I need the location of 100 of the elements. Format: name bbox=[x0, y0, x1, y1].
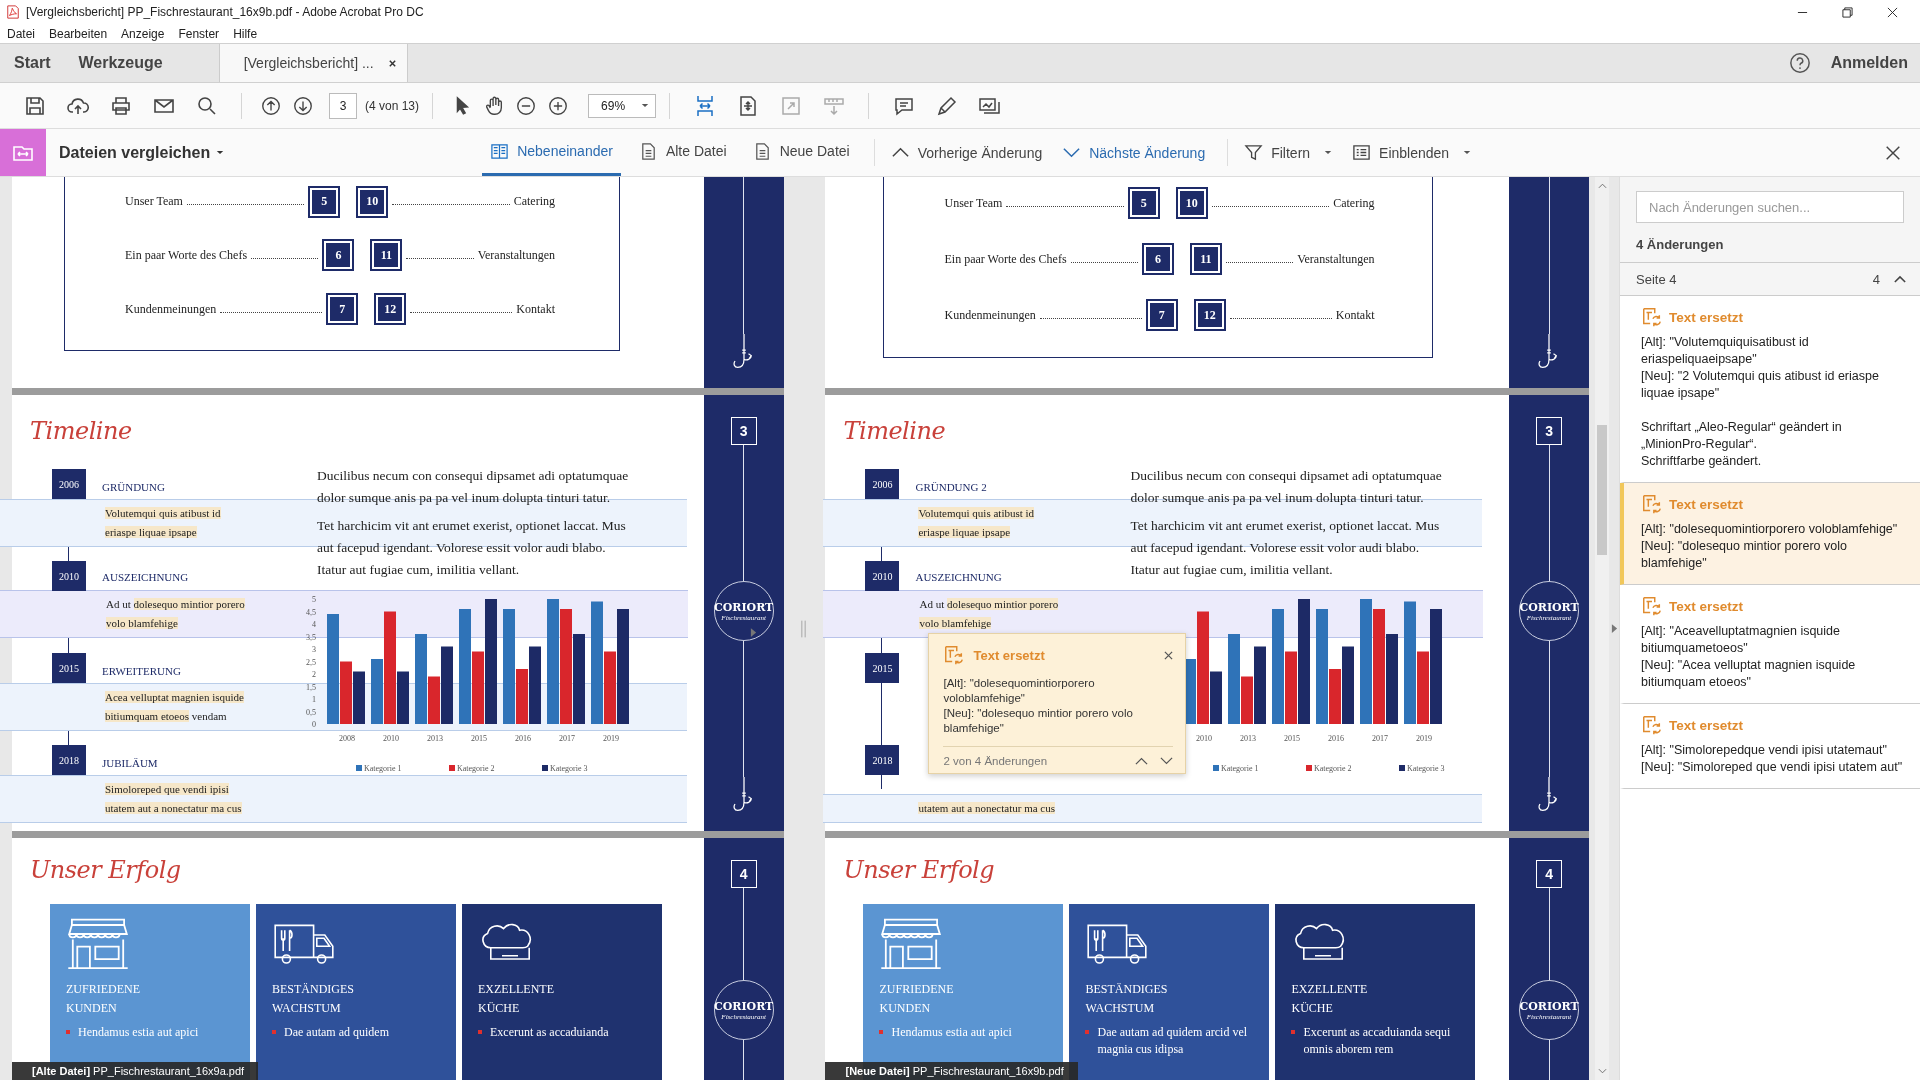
legend-label: Kategorie 2 bbox=[457, 764, 495, 773]
close-popup-icon[interactable] bbox=[1164, 650, 1174, 660]
page-number-box: 5 bbox=[310, 187, 339, 216]
menu-item[interactable]: Fenster bbox=[178, 26, 220, 41]
year-box: 2010 bbox=[865, 561, 900, 591]
year-box: 2015 bbox=[865, 653, 900, 683]
expand-left-icon[interactable] bbox=[749, 627, 757, 638]
change-title: Text ersetzt bbox=[1669, 496, 1744, 512]
page-number-box: 7 bbox=[1147, 301, 1176, 329]
restore-icon[interactable] bbox=[1842, 6, 1853, 18]
axis-category-label: 2019 bbox=[603, 734, 619, 743]
help-icon[interactable] bbox=[1788, 52, 1811, 74]
show-button[interactable]: Einblenden bbox=[1342, 129, 1482, 176]
prev-button[interactable]: Vorherige Änderung bbox=[880, 129, 1053, 176]
bullet-text: Excerunt as accaduianda sequi omnis aborem rem bbox=[1303, 1024, 1452, 1058]
toc-entry: Kundenmeinungen bbox=[944, 307, 1036, 323]
milestone-text: eriaspe liquae ipsape bbox=[918, 526, 1011, 538]
milestone-title: GRÜNDUNG 2 bbox=[915, 481, 988, 493]
milestone-text: utatem aut a nonectatur ma cus bbox=[918, 802, 1055, 814]
milestone-text: vendam bbox=[190, 710, 227, 722]
search-field[interactable]: Nach Änderungen suchen... bbox=[1636, 191, 1904, 223]
caret-icon bbox=[216, 150, 225, 155]
axis-tick-label: 4 bbox=[312, 620, 316, 629]
milestone-text: Simoloreped que vendi ipisi bbox=[105, 783, 229, 795]
compare-files-menu[interactable]: Dateien vergleichen bbox=[46, 129, 225, 176]
caret-icon bbox=[641, 103, 650, 108]
page-number-box: 3 bbox=[730, 417, 757, 445]
nav-tab[interactable]: Werkzeuge bbox=[64, 44, 177, 82]
next-change-icon[interactable] bbox=[1160, 757, 1174, 765]
menu-item[interactable]: Hilfe bbox=[233, 26, 258, 41]
previous-change-icon[interactable] bbox=[1135, 757, 1149, 765]
list-icon bbox=[1352, 143, 1372, 162]
toc-entry: Kontakt bbox=[1335, 307, 1375, 323]
change-title: Text ersetzt bbox=[1669, 309, 1744, 325]
caret-icon bbox=[1324, 150, 1333, 155]
section-title: Unser Erfolg bbox=[29, 855, 182, 886]
legend-label: Kategorie 1 bbox=[364, 764, 402, 773]
file-label: [Neue Datei] PP_Fischrestaurant_16x9b.pdf bbox=[825, 1062, 1078, 1080]
nav-tab[interactable]: Start bbox=[0, 44, 65, 82]
zoom-out-icon[interactable] bbox=[515, 94, 538, 117]
change-title: Text ersetzt bbox=[1669, 717, 1744, 733]
filter-button[interactable]: Filtern bbox=[1227, 139, 1343, 166]
bullet-text: Dae autam ad quidem bbox=[284, 1024, 389, 1041]
page-number-box: 5 bbox=[1129, 189, 1158, 217]
text-replace-icon bbox=[1641, 595, 1663, 617]
close-icon[interactable] bbox=[1887, 6, 1898, 18]
axis-category-label: 2016 bbox=[1328, 734, 1345, 743]
text-replace-icon bbox=[1641, 714, 1663, 736]
milestone-text: dolesequo mintior porero bbox=[946, 598, 1059, 610]
body-paragraph: Tet harchicim vit ant erumet exerist, optionet laccat. Mus aut facepud igendant. Volorese essit volor audi blabo. Itatur aut fugiae cum, imilitia vellant. bbox=[1130, 517, 1441, 579]
chevron-icon bbox=[1894, 275, 1906, 283]
milestone-title: AUSZEICHNUNG bbox=[915, 571, 1003, 583]
document-tab[interactable]: [Vergleichsbericht] ... bbox=[218, 44, 408, 82]
change-detail: [Alt]: "Simolorepedque vendi ipisi utatemaut" bbox=[1641, 742, 1888, 759]
section-title: Timeline bbox=[842, 416, 947, 447]
scrollbar[interactable] bbox=[1595, 177, 1610, 1080]
page-number-field[interactable]: 3 bbox=[329, 92, 357, 119]
zoom-in-icon[interactable] bbox=[547, 94, 570, 117]
axis-category-label: 2016 bbox=[515, 734, 531, 743]
close-tab-icon[interactable] bbox=[387, 58, 397, 68]
change-detail: [Neu]: "dolesequo mintior porero volo blamfehige" bbox=[1641, 538, 1848, 572]
axis-tick-label: 2,5 bbox=[306, 657, 316, 667]
next-button[interactable]: Nächste Änderung bbox=[1052, 129, 1216, 176]
year-box: 2015 bbox=[52, 653, 86, 683]
change-detail: [Neu]: "Simoloreped que vendi ipisi utatem aut" bbox=[1641, 759, 1904, 776]
change-detail: [Alt]: "Volutemquiquisatibust id eriaspeliquaeipsape" bbox=[1641, 334, 1810, 368]
menu-item[interactable]: Anzeige bbox=[121, 26, 165, 41]
arrow-down-icon[interactable] bbox=[292, 94, 314, 117]
text-replace-icon bbox=[1641, 306, 1663, 328]
splitter-handle-icon[interactable] bbox=[801, 619, 807, 638]
page-count: (4 von 13) bbox=[365, 98, 420, 113]
toc-entry: Kontakt bbox=[516, 301, 555, 317]
body-paragraph: Tet harchicim vit ant erumet exerist, optionet laccat. Mus aut facepud igendant. Volorese essit volor audi blabo. Itatur aut fugiae cum, imilitia vellant. bbox=[317, 517, 627, 579]
close-compare-icon[interactable] bbox=[1884, 143, 1902, 162]
view-tab[interactable]: Neue Datei bbox=[744, 129, 858, 176]
legend-label: Kategorie 2 bbox=[1314, 764, 1352, 773]
menu-item[interactable]: Bearbeiten bbox=[49, 26, 108, 41]
axis-category-label: 2010 bbox=[1196, 734, 1213, 743]
menu-item[interactable]: Datei bbox=[7, 26, 35, 41]
view-tab[interactable]: Alte Datei bbox=[630, 129, 735, 176]
arrow-up-icon[interactable] bbox=[260, 94, 282, 117]
page-number-box: 11 bbox=[372, 241, 401, 270]
milestone-text: Ad ut bbox=[919, 598, 946, 610]
page-number-box: 10 bbox=[1177, 189, 1206, 217]
window-title: [Vergleichsbericht] PP_Fischrestaurant_16x9b.pdf - Adobe Acrobat Pro DC bbox=[26, 5, 425, 19]
page-group-header[interactable]: Seite 4 4 bbox=[1620, 262, 1920, 296]
page-number-box: 4 bbox=[1536, 860, 1563, 888]
change-list-item[interactable]: Text ersetzt [Alt]: "Simolorepedque vendi ipisi utatemaut" [Neu]: "Simoloreped que vendi ipisi utatem aut" bbox=[1620, 704, 1920, 789]
axis-tick-label: 4,5 bbox=[306, 607, 316, 617]
axis-category-label: 2010 bbox=[383, 734, 399, 743]
page-number-box: 11 bbox=[1191, 245, 1220, 273]
change-list-item[interactable]: Text ersetzt [Alt]: "dolesequomintiorporero voloblamfehige" [Neu]: "dolesequo mintior porero volo blamfehige" bbox=[1620, 483, 1920, 585]
axis-tick-label: 3 bbox=[312, 645, 316, 654]
axis-category-label: 2013 bbox=[427, 734, 443, 743]
change-counter: 2 von 4 Änderungen bbox=[943, 755, 1049, 767]
change-list-item[interactable]: Text ersetzt [Alt]: "Aceavelluptatmagnien isquide bitiumquametoeos" [Neu]: "Acea velluptat magnien isquide bitiumquam etoeos" bbox=[1620, 585, 1920, 704]
sign-in-link[interactable]: Anmelden bbox=[1830, 54, 1908, 72]
scroll-thumb[interactable] bbox=[1597, 425, 1608, 555]
page-number-box: 4 bbox=[730, 860, 757, 888]
zoom-dropdown[interactable]: 69% bbox=[588, 93, 657, 118]
